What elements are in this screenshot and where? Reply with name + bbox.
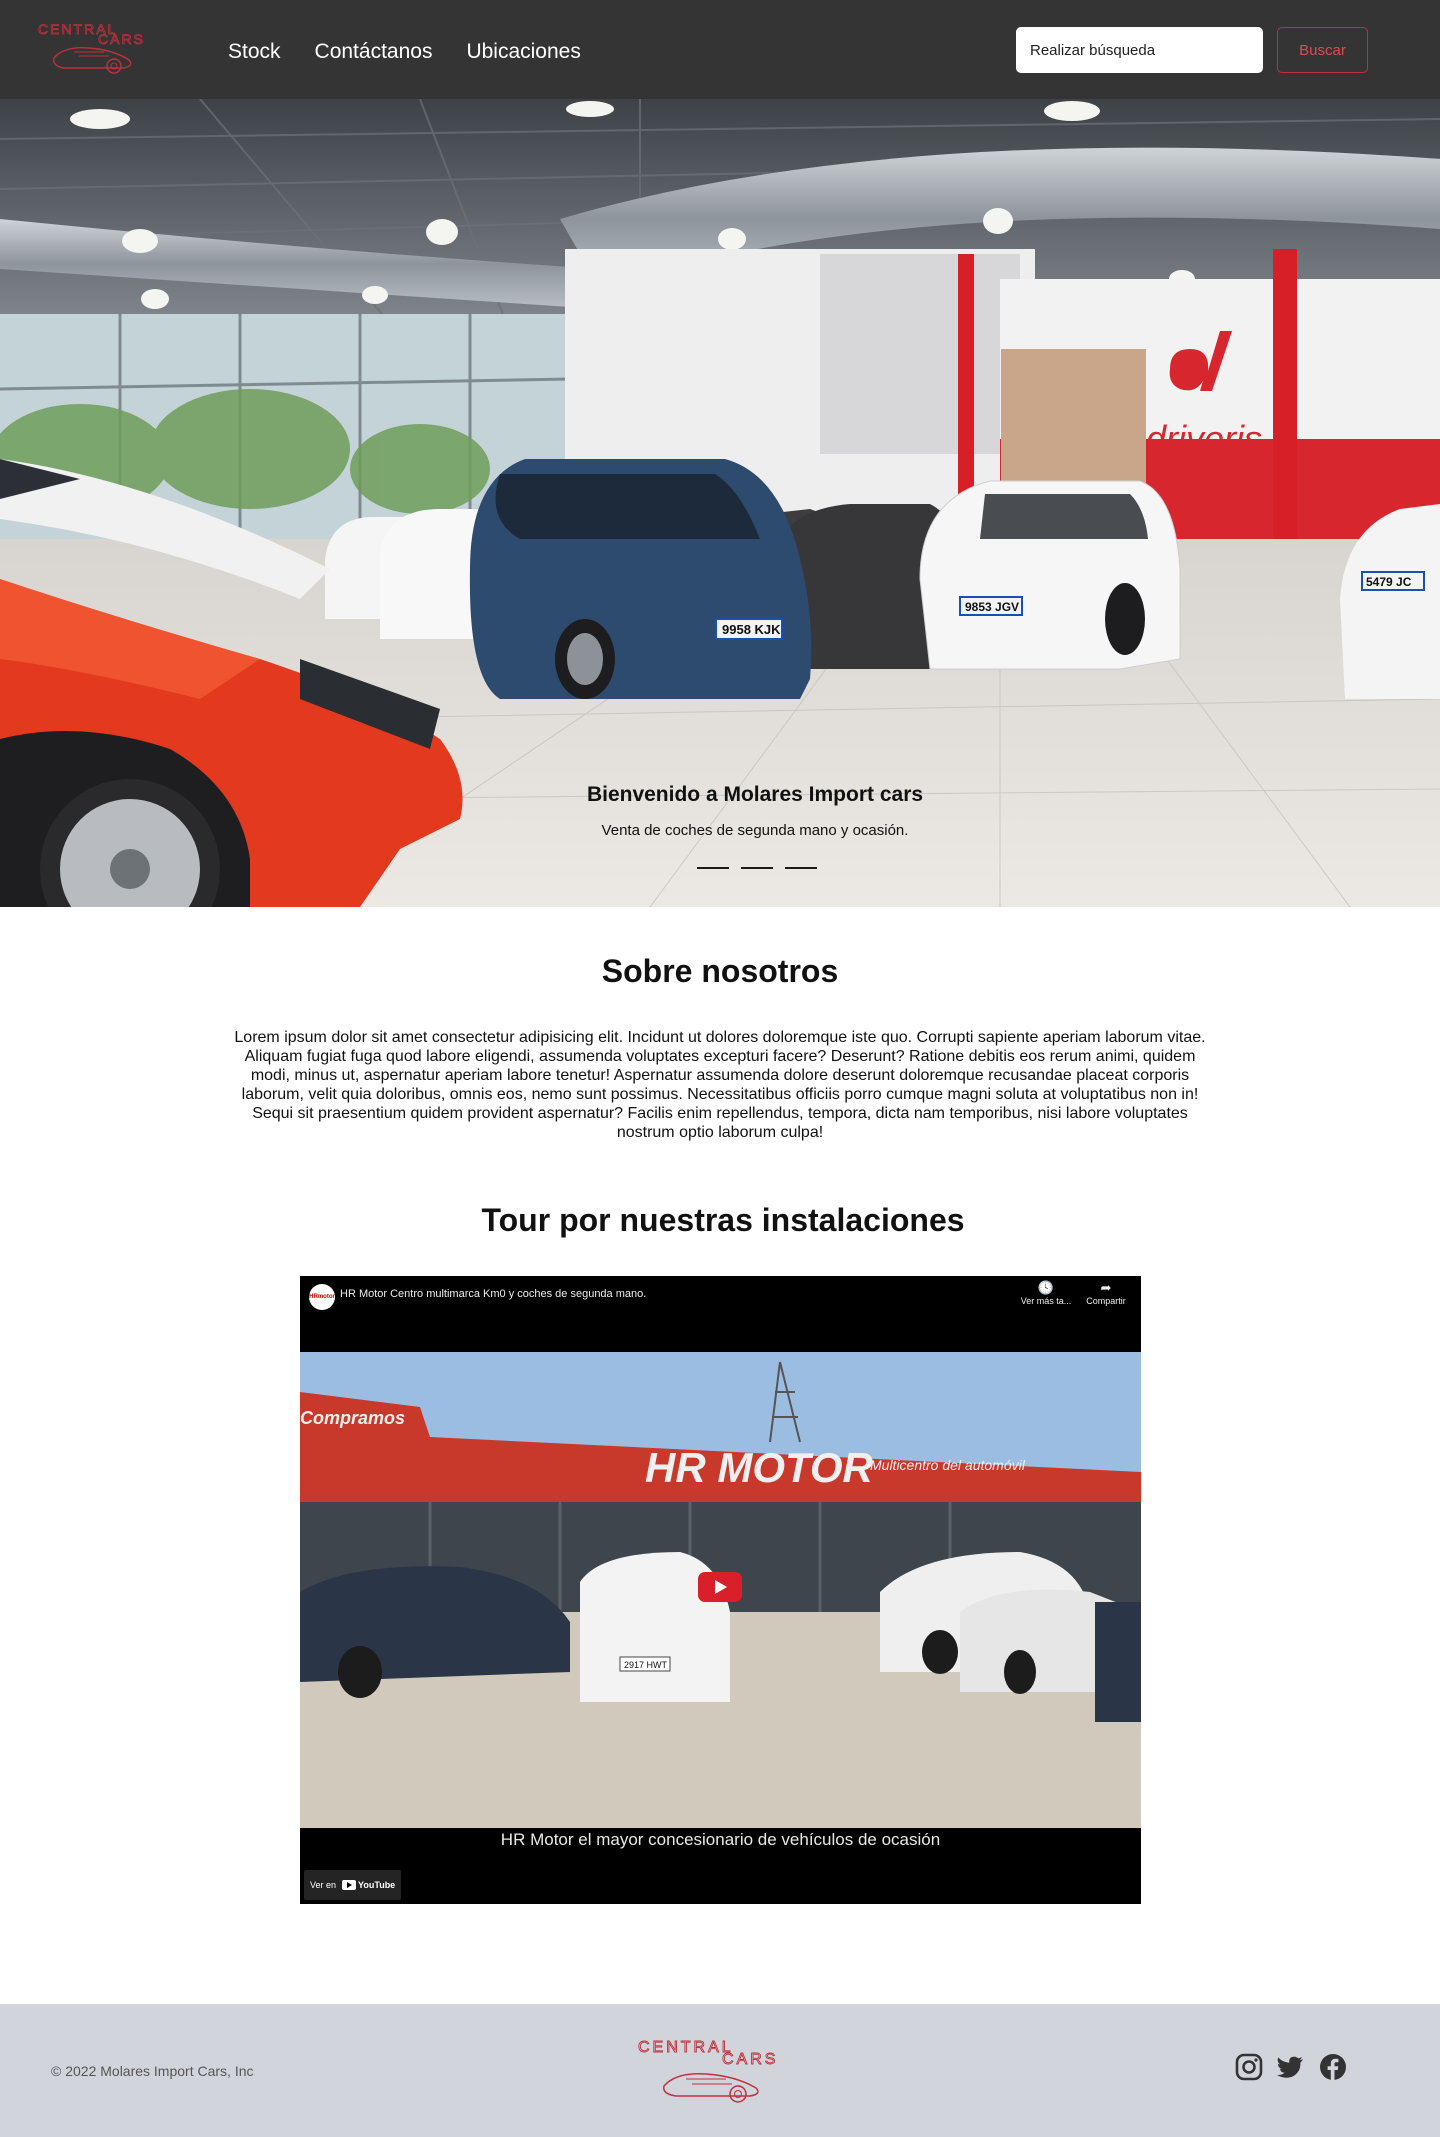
plate-text: 9853 JGV bbox=[965, 600, 1019, 614]
hero-subtitle: Venta de coches de segunda mano y ocasió… bbox=[601, 822, 909, 839]
logo-text-bottom: CARS bbox=[98, 31, 145, 47]
video-title[interactable]: HR Motor Centro multimarca Km0 y coches … bbox=[340, 1288, 646, 1300]
copyright-text: © 2022 Molares Import Cars, Inc bbox=[51, 2063, 254, 2079]
left-sign-text: Compramos bbox=[300, 1408, 405, 1428]
video-plate-text: 2917 HWT bbox=[624, 1660, 668, 1670]
brand-logo[interactable]: CENTRAL CARS bbox=[34, 16, 164, 78]
plate-text: 5479 JC bbox=[1366, 575, 1412, 589]
footer-logo-text-top: CENTRAL bbox=[638, 2039, 734, 2056]
video-embed[interactable]: HRmotor HR Motor Centro multimarca Km0 y… bbox=[300, 1276, 1141, 1904]
watch-on-youtube-button[interactable]: Ver en YouTube bbox=[304, 1870, 402, 1900]
twitter-icon[interactable] bbox=[1275, 2052, 1305, 2082]
hero-title: Bienvenido a Molares Import cars bbox=[586, 783, 924, 806]
building-sign-text: HR MOTOR bbox=[645, 1444, 874, 1491]
watch-later-button[interactable]: 🕓 Ver más ta... bbox=[1018, 1280, 1074, 1306]
nav-link-locations[interactable]: Ubicaciones bbox=[466, 38, 580, 66]
youtube-logo: YouTube bbox=[342, 1880, 395, 1890]
nav-link-contact[interactable]: Contáctanos bbox=[315, 38, 433, 66]
watch-later-label: Ver más ta... bbox=[1020, 1296, 1072, 1306]
facebook-icon[interactable] bbox=[1318, 2052, 1348, 2082]
instagram-icon[interactable] bbox=[1234, 2052, 1264, 2082]
search-button[interactable]: Buscar bbox=[1277, 27, 1368, 73]
main-nav: Stock Contáctanos Ubicaciones bbox=[228, 38, 581, 66]
nav-link-stock[interactable]: Stock bbox=[228, 38, 281, 66]
share-icon: ➦ bbox=[1100, 1280, 1112, 1295]
share-button[interactable]: ➦ Compartir bbox=[1078, 1280, 1134, 1306]
showroom-sign-text: driveris bbox=[1146, 418, 1262, 459]
play-button[interactable] bbox=[698, 1572, 742, 1602]
building-sign-sub-text: Multicentro del automóvil bbox=[870, 1457, 1026, 1473]
navbar: CENTRAL CARS Stock Contáctanos Ubicacion… bbox=[0, 0, 1440, 99]
footer: © 2022 Molares Import Cars, Inc CENTRAL … bbox=[0, 2004, 1440, 2137]
youtube-label: YouTube bbox=[358, 1880, 396, 1890]
about-text: Lorem ipsum dolor sit amet consectetur a… bbox=[234, 1029, 1206, 1141]
carousel-indicators bbox=[697, 867, 817, 869]
youtube-play-icon bbox=[342, 1880, 357, 1890]
video-caption: HR Motor el mayor concesionario de vehíc… bbox=[500, 1830, 941, 1849]
channel-avatar[interactable]: HRmotor bbox=[309, 1284, 335, 1310]
search-input[interactable] bbox=[1016, 27, 1263, 73]
footer-logo[interactable]: CENTRAL CARS bbox=[634, 2034, 804, 2106]
clock-icon: 🕓 bbox=[1037, 1280, 1055, 1295]
car-logo-icon: CENTRAL CARS bbox=[38, 21, 145, 74]
carousel-indicator-2[interactable] bbox=[741, 867, 773, 869]
tour-title: Tour por nuestras instalaciones bbox=[481, 1202, 965, 1238]
plate-text: 9958 KJK bbox=[722, 622, 781, 637]
carousel-indicator-3[interactable] bbox=[785, 867, 817, 869]
car-logo-icon: CENTRAL CARS bbox=[638, 2039, 778, 2103]
hero-carousel[interactable]: driveris 9958 KJK 9853 JGV 5479 JC Bienv… bbox=[0, 99, 1440, 907]
share-label: Compartir bbox=[1086, 1296, 1126, 1306]
watch-on-label: Ver en bbox=[310, 1880, 337, 1890]
carousel-indicator-1[interactable] bbox=[697, 867, 729, 869]
about-title: Sobre nosotros bbox=[601, 953, 839, 989]
footer-logo-text-bottom: CARS bbox=[722, 2051, 778, 2068]
